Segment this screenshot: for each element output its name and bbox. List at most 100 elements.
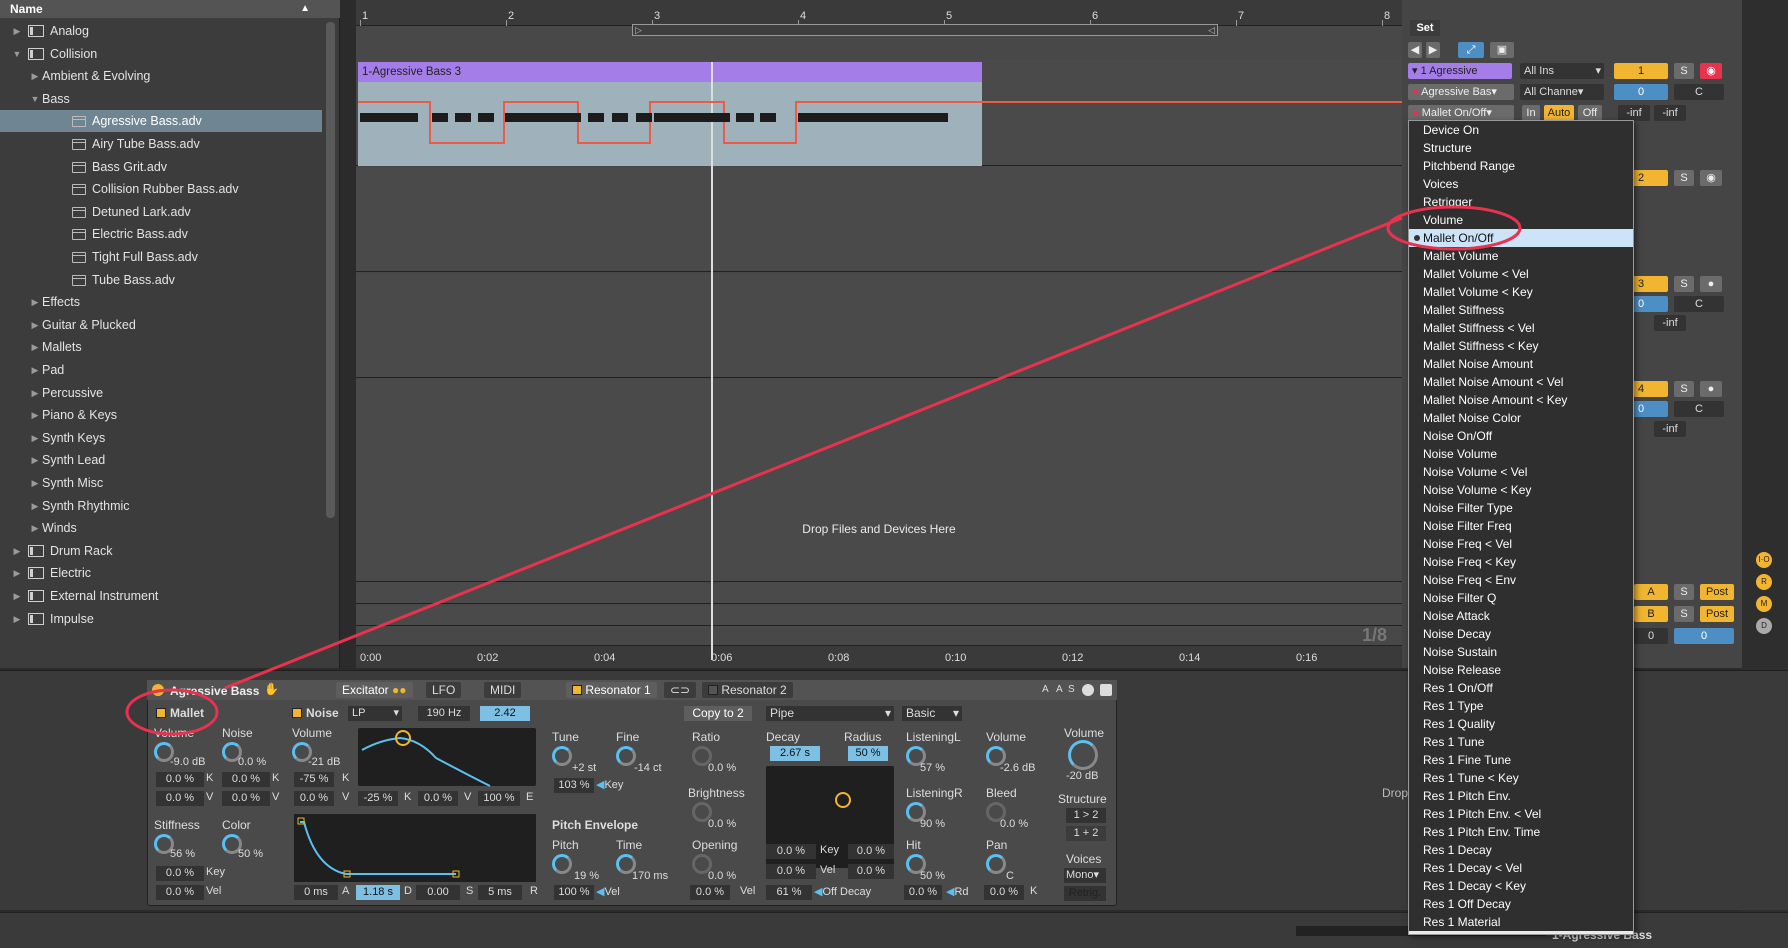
attack-value[interactable]: 0 ms <box>294 885 338 900</box>
loop-end-icon[interactable]: ◁ <box>1208 25 1215 35</box>
fine-value[interactable]: -14 ct <box>634 762 662 774</box>
master-volume-knob[interactable] <box>1068 740 1098 770</box>
collapsed-arrow-icon[interactable]: ▶ <box>12 585 22 607</box>
clip-header[interactable]: 1-Agressive Bass 3 <box>358 62 982 82</box>
decay-field[interactable]: 2.67 s <box>770 746 820 761</box>
dropdown-item[interactable]: Res 1 Material <box>1409 913 1633 931</box>
return-lane-a[interactable] <box>356 584 1402 604</box>
master-volume-value[interactable]: -20 dB <box>1066 770 1098 782</box>
collapsed-arrow-icon[interactable]: ▶ <box>30 404 40 426</box>
noise-vol-key[interactable]: -75 % <box>294 772 334 787</box>
noise-freq[interactable]: 190 Hz <box>418 706 470 721</box>
dropdown-item[interactable]: Noise Release <box>1409 661 1633 679</box>
mallet-checkbox[interactable] <box>156 708 166 718</box>
dropdown-item[interactable]: Noise Attack <box>1409 607 1633 625</box>
collapsed-arrow-icon[interactable]: ▶ <box>12 562 22 584</box>
browser-item[interactable]: Bass Grit.adv <box>0 156 322 178</box>
radius-key-amount[interactable]: 0.0 % <box>848 844 894 859</box>
dropdown-item[interactable]: Noise Freq < Key <box>1409 553 1633 571</box>
dropdown-item[interactable]: Res 1 Decay < Key <box>1409 877 1633 895</box>
tune-knob[interactable] <box>552 746 572 766</box>
browser-item[interactable]: ▶ Piano & Keys <box>0 404 322 426</box>
noise-env-amount[interactable]: 100 % <box>478 791 520 806</box>
dropdown-item[interactable]: Noise Freq < Vel <box>1409 535 1633 553</box>
sort-arrow-icon[interactable]: ▲ <box>300 0 310 18</box>
browser-item[interactable]: Agressive Bass.adv <box>0 110 322 133</box>
color-value[interactable]: 50 % <box>238 848 263 860</box>
collapsed-arrow-icon[interactable]: ▶ <box>30 65 40 87</box>
header-s-icon[interactable]: S <box>1068 684 1075 695</box>
dropdown-item[interactable]: Res 1 Decay <box>1409 841 1633 859</box>
collapsed-arrow-icon[interactable]: ▶ <box>12 540 22 562</box>
playhead[interactable] <box>711 62 713 660</box>
return-solo-a[interactable]: S <box>1674 584 1694 600</box>
tune-key-amount[interactable]: 103 % <box>554 778 594 793</box>
dropdown-item[interactable]: Pitchbend Range <box>1409 157 1633 175</box>
expanded-arrow-icon[interactable]: ▼ <box>12 43 22 65</box>
browser-item[interactable]: ▶ Drum Rack <box>0 540 322 562</box>
browser-item[interactable]: Airy Tube Bass.adv <box>0 133 322 155</box>
back-arrow-icon[interactable]: ◀ <box>1408 42 1422 58</box>
pan-center-1[interactable]: C <box>1674 84 1724 100</box>
monitor-off-button[interactable]: Off <box>1578 105 1602 121</box>
dropdown-item[interactable]: Mallet Stiffness <box>1409 301 1633 319</box>
monitor-in-button[interactable]: In <box>1522 105 1540 121</box>
loop-brace[interactable]: ▷ ◁ <box>632 24 1218 36</box>
track-name-1[interactable]: ▾ 1 Agressive <box>1408 63 1512 79</box>
input-type-select[interactable]: All Ins ▾ <box>1520 63 1604 79</box>
dropdown-item[interactable]: Res 1 Decay < Vel <box>1409 859 1633 877</box>
noise-env-vel[interactable]: 0.0 % <box>418 791 458 806</box>
release-value[interactable]: 5 ms <box>478 885 522 900</box>
noise-env-key[interactable]: -25 % <box>358 791 398 806</box>
filter-curve-display[interactable] <box>358 728 536 786</box>
pan-key-amount[interactable]: 0.0 % <box>984 885 1024 900</box>
stiffness-value[interactable]: 56 % <box>170 848 195 860</box>
solo-button-4[interactable]: S <box>1674 381 1694 397</box>
dropdown-item[interactable]: Noise Filter Type <box>1409 499 1633 517</box>
arm-button-4[interactable]: ● <box>1700 381 1722 397</box>
dropdown-item[interactable]: Mallet Noise Amount < Key <box>1409 391 1633 409</box>
browser-item[interactable]: ▶ Guitar & Plucked <box>0 314 322 336</box>
listening-r-value[interactable]: 90 % <box>920 818 945 830</box>
dropdown-item[interactable]: Mallet Volume < Vel <box>1409 265 1633 283</box>
tab-resonator-1[interactable]: Resonator 1 <box>566 682 657 698</box>
arm-button-3[interactable]: ● <box>1700 276 1722 292</box>
dropdown-item[interactable]: Res 1 Pitch Env. Time <box>1409 823 1633 841</box>
collapsed-arrow-icon[interactable]: ▶ <box>12 608 22 630</box>
resonator-type-select[interactable]: Pipe ▾ <box>766 706 894 721</box>
dropdown-item[interactable]: Res 1 Off Decay <box>1409 895 1633 913</box>
collapsed-arrow-icon[interactable]: ▶ <box>30 382 40 404</box>
solo-button-3[interactable]: S <box>1674 276 1694 292</box>
noise-q[interactable]: 2.42 <box>480 706 530 721</box>
hand-icon[interactable]: ✋ <box>264 682 279 696</box>
save-preset-icon[interactable] <box>1100 684 1112 696</box>
tab-lfo[interactable]: LFO <box>426 682 462 698</box>
midi-note[interactable] <box>760 113 776 122</box>
return-lane-b[interactable] <box>356 606 1402 626</box>
track-lane-4[interactable] <box>356 380 1402 582</box>
browser-item[interactable]: ▶ Pad <box>0 359 322 381</box>
dropdown-item[interactable]: Res 1 Tune <box>1409 733 1633 751</box>
structure-parallel-button[interactable]: 1 + 2 <box>1066 826 1106 841</box>
arm-button-1[interactable]: ◉ <box>1700 63 1722 79</box>
browser-item[interactable]: Tight Full Bass.adv <box>0 246 322 268</box>
bar-number[interactable]: 8 <box>1384 10 1390 22</box>
bar-number[interactable]: 1 <box>362 10 368 22</box>
header-as-icon[interactable]: A <box>1056 684 1063 695</box>
radius-vel-amount[interactable]: 0.0 % <box>848 864 894 879</box>
device-chooser[interactable]: ● Agressive Bas▾ <box>1408 84 1514 100</box>
dropdown-item[interactable]: Mallet Stiffness < Vel <box>1409 319 1633 337</box>
track-lane-3[interactable] <box>356 274 1402 378</box>
forward-arrow-icon[interactable]: ▶ <box>1426 42 1440 58</box>
bar-number[interactable]: 6 <box>1092 10 1098 22</box>
dropdown-item[interactable]: Noise Volume < Vel <box>1409 463 1633 481</box>
delay-toggle-icon[interactable]: D <box>1756 618 1772 634</box>
dropdown-item[interactable]: Structure <box>1409 139 1633 157</box>
mallet-vol-vel[interactable]: 0.0 % <box>156 791 204 806</box>
dropdown-item[interactable]: Volume <box>1409 211 1633 229</box>
collapsed-arrow-icon[interactable]: ▶ <box>30 336 40 358</box>
dropdown-item[interactable]: Mallet Noise Color <box>1409 409 1633 427</box>
structure-serial-button[interactable]: 1 > 2 <box>1066 808 1106 823</box>
collapsed-arrow-icon[interactable]: ▶ <box>30 495 40 517</box>
bar-number[interactable]: 4 <box>800 10 806 22</box>
